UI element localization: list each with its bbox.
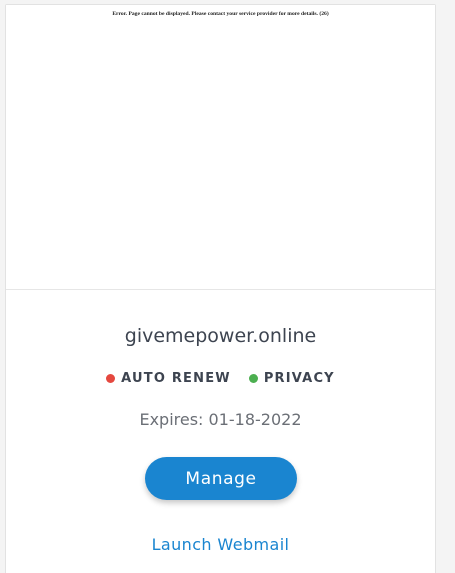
domain-name: givemepower.online bbox=[124, 325, 317, 347]
domain-card: Error. Page cannot be displayed. Please … bbox=[5, 4, 436, 573]
expiration-date: Expires: 01-18-2022 bbox=[139, 410, 302, 429]
auto-renew-badge: AUTO RENEW bbox=[106, 371, 231, 386]
manage-button[interactable]: Manage bbox=[145, 457, 297, 500]
status-dot-green-icon bbox=[248, 374, 258, 383]
auto-renew-label: AUTO RENEW bbox=[121, 371, 231, 386]
privacy-label: PRIVACY bbox=[263, 371, 335, 386]
privacy-badge: PRIVACY bbox=[248, 371, 335, 386]
site-preview[interactable]: Error. Page cannot be displayed. Please … bbox=[6, 5, 435, 290]
status-badges: AUTO RENEW PRIVACY bbox=[6, 371, 435, 386]
launch-webmail-link[interactable]: Launch Webmail bbox=[6, 535, 435, 554]
preview-error-message: Error. Page cannot be displayed. Please … bbox=[112, 11, 329, 17]
status-dot-red-icon bbox=[106, 374, 116, 383]
